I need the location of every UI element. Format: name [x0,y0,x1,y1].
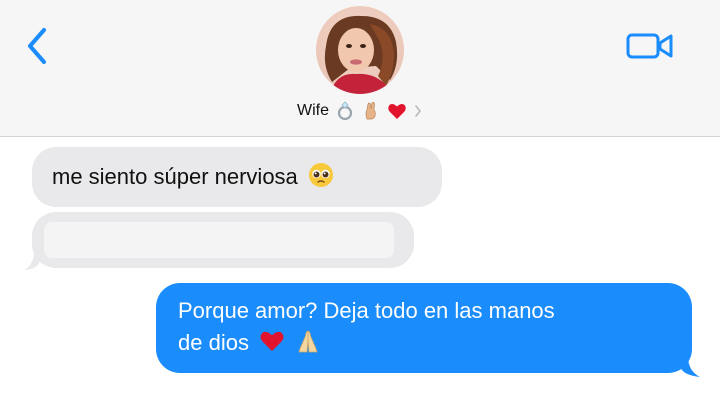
back-chevron-icon[interactable] [22,24,52,68]
crossed-fingers-icon [365,102,376,120]
message-text-line-2-row: de dios [178,327,668,359]
messages-screen: Wife me siento súper nerviosa Porque amo… [0,0,720,406]
contact-name-row[interactable]: Wife [0,97,720,125]
red-heart-icon [388,104,406,119]
folded-hands-icon [298,330,318,353]
video-camera-icon[interactable] [624,26,676,66]
ring-icon [337,101,353,121]
contact-name: Wife [297,102,329,119]
red-heart-icon [260,331,284,351]
redaction-overlay [44,222,394,258]
message-text-line-1: Porque amor? Deja todo en las manos [178,298,555,323]
conversation-header: Wife [0,0,720,137]
outgoing-message-bubble[interactable]: Porque amor? Deja todo en las manos de d… [156,283,692,373]
incoming-message-bubble[interactable]: me siento súper nerviosa [32,147,442,207]
message-text: me siento súper nerviosa [52,164,298,189]
pleading-face-icon [308,163,333,187]
contact-avatar[interactable] [316,6,404,94]
message-text-line-2: de dios [178,330,249,355]
chevron-right-icon [415,105,422,117]
